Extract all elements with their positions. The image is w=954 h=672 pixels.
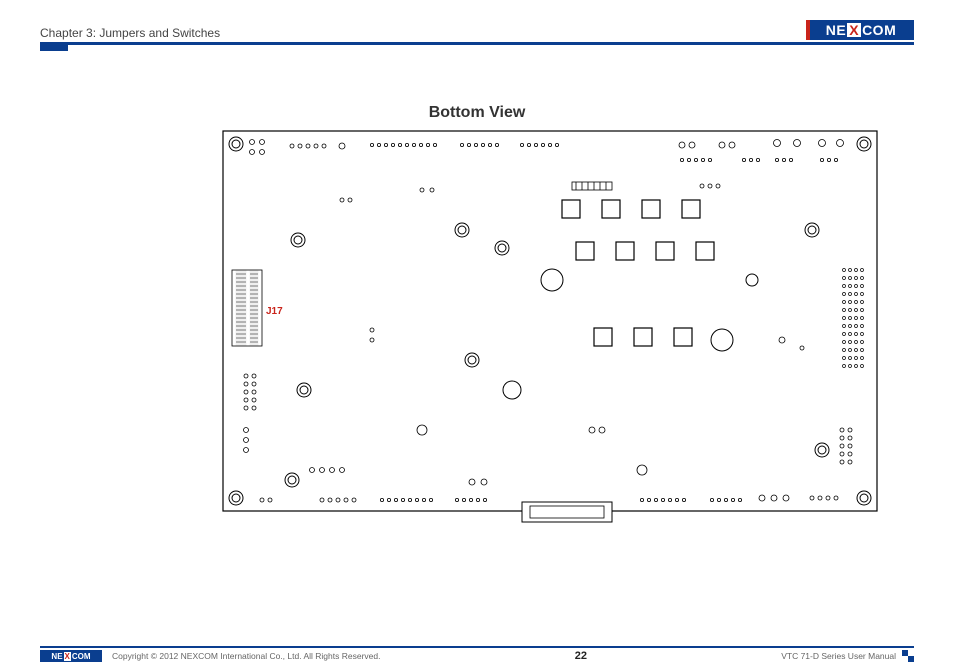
chapter-title: Chapter 3: Jumpers and Switches <box>40 26 220 40</box>
diagram-title: Bottom View <box>40 104 914 122</box>
page-number: 22 <box>575 650 587 662</box>
copyright-text: Copyright © 2012 NEXCOM International Co… <box>112 651 380 661</box>
page-header: Chapter 3: Jumpers and Switches NEXCOM <box>40 14 914 40</box>
pcb-diagram: J17 <box>222 130 878 524</box>
brand-logo: NEXCOM <box>806 20 914 40</box>
page-root: Chapter 3: Jumpers and Switches NEXCOM B… <box>0 0 954 672</box>
footer-logo: NEXCOM <box>40 650 102 662</box>
page-content: Bottom View <box>40 48 914 608</box>
j17-label: J17 <box>266 306 283 317</box>
page-footer: NEXCOM Copyright © 2012 NEXCOM Internati… <box>40 646 914 662</box>
j17-connector <box>232 270 262 346</box>
footer-ornament-icon <box>902 650 914 662</box>
manual-name: VTC 71-D Series User Manual <box>781 651 896 661</box>
